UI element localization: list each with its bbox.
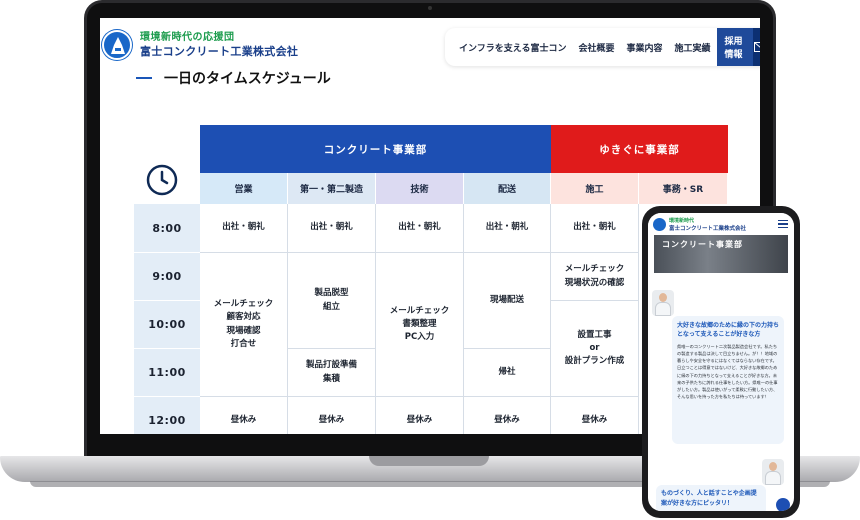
site-tagline: 環境新時代の応援団	[140, 32, 235, 43]
time-label: 11:00	[134, 349, 200, 397]
company-logo-icon[interactable]	[653, 218, 666, 231]
main-nav: インフラを支える富士コン 会社概要 事業内容 施工実績 採用情報	[445, 28, 760, 66]
nav-item-business[interactable]: 事業内容	[620, 41, 668, 54]
schedule-cell: 昼休み	[551, 397, 639, 434]
schedule-cell: 昼休み	[464, 397, 551, 434]
schedule-cell: 出社・朝礼	[288, 204, 376, 253]
dept-header-concrete: コンクリート事業部	[200, 125, 551, 173]
schedule-cell: 昼休み	[376, 397, 464, 434]
time-label: 12:00	[134, 397, 200, 434]
scroll-top-button[interactable]	[776, 498, 790, 511]
message-bubble: ものづくり、人と話すことや企画提案が好きな方にピッタリ！	[656, 485, 766, 511]
laptop-notch	[369, 456, 489, 466]
schedule-cell: 帰社	[464, 349, 551, 397]
schedule-cell: 出社・朝礼	[464, 204, 551, 253]
col-header-office: 事務・SR	[639, 173, 728, 204]
company-name[interactable]: 富士コンクリート工業株式会社	[140, 43, 298, 59]
schedule-cell: 昼休み	[200, 397, 288, 434]
bubble-body: 県唯一のコンクリート二次製品製造会社です。私たちの製造する製品は決して目立ちませ…	[677, 344, 778, 399]
col-header-engineering: 技術	[376, 173, 464, 204]
dept-header-yukiguni: ゆきぐに事業部	[551, 125, 728, 173]
col-header-manufacturing: 第一・第二製造	[288, 173, 376, 204]
phone-company-name[interactable]: 富士コンクリート工業株式会社	[669, 224, 746, 232]
schedule-cell: 設置工事 or 設計プラン作成	[551, 301, 639, 397]
company-logo-icon[interactable]	[102, 30, 132, 60]
phone-header: 環境新時代 富士コンクリート工業株式会社	[648, 213, 794, 237]
page-title-text: 一日のタイムスケジュール	[164, 71, 331, 87]
nav-item-works[interactable]: 施工実績	[669, 41, 717, 54]
mail-icon[interactable]	[753, 28, 760, 66]
schedule-cell: 製品脱型 組立	[288, 253, 376, 349]
phone-frame: 環境新時代 富士コンクリート工業株式会社 コンクリート事業部 大好きな故郷のため…	[642, 206, 800, 518]
schedule-cell: メールチェック 書類整理 PC入力	[376, 253, 464, 397]
time-label: 8:00	[134, 204, 200, 253]
nav-item-recruit[interactable]: 採用情報	[716, 28, 754, 66]
schedule-cell: 現場配送	[464, 253, 551, 349]
col-header-sales: 営業	[200, 173, 288, 204]
page-title: 一日のタイムスケジュール	[136, 68, 331, 88]
message-bubble: 大好きな故郷のために縁の下の力持ちとなって支えることが好きな方 県唯一のコンクリ…	[672, 316, 784, 444]
clock-icon	[146, 164, 178, 196]
time-label: 10:00	[134, 301, 200, 349]
schedule-cell: 出社・朝礼	[551, 204, 639, 253]
schedule-cell: 昼休み	[288, 397, 376, 434]
nav-item-infra[interactable]: インフラを支える富士コン	[453, 41, 572, 54]
schedule-cell: メールチェック 現場状況の確認	[551, 253, 639, 301]
hamburger-menu-icon[interactable]	[778, 220, 788, 228]
staff-avatar	[762, 459, 784, 485]
staff-avatar	[652, 290, 674, 316]
schedule-cell: 出社・朝礼	[376, 204, 464, 253]
phone-tagline: 環境新時代	[669, 218, 695, 224]
camera-dot	[428, 6, 432, 10]
nav-item-company[interactable]: 会社概要	[572, 41, 620, 54]
schedule-cell: 出社・朝礼	[200, 204, 288, 253]
col-header-delivery: 配送	[464, 173, 551, 204]
schedule-cell: メールチェック 顧客対応 現場確認 打合せ	[200, 253, 288, 397]
site-header: 環境新時代の応援団 富士コンクリート工業株式会社 インフラを支える富士コン 会社…	[100, 18, 760, 68]
schedule-cell: 製品打設準備 集積	[288, 349, 376, 397]
hero-title: コンクリート事業部	[662, 240, 743, 249]
bubble-heading: ものづくり、人と話すことや企画提案が好きな方にピッタリ！	[661, 490, 757, 507]
bubble-heading: 大好きな故郷のために縁の下の力持ちとなって支えることが好きな方	[677, 322, 780, 338]
col-header-construction: 施工	[551, 173, 639, 204]
title-dash	[136, 77, 152, 79]
phone-screen: 環境新時代 富士コンクリート工業株式会社 コンクリート事業部 大好きな故郷のため…	[648, 213, 794, 511]
time-label: 9:00	[134, 253, 200, 301]
